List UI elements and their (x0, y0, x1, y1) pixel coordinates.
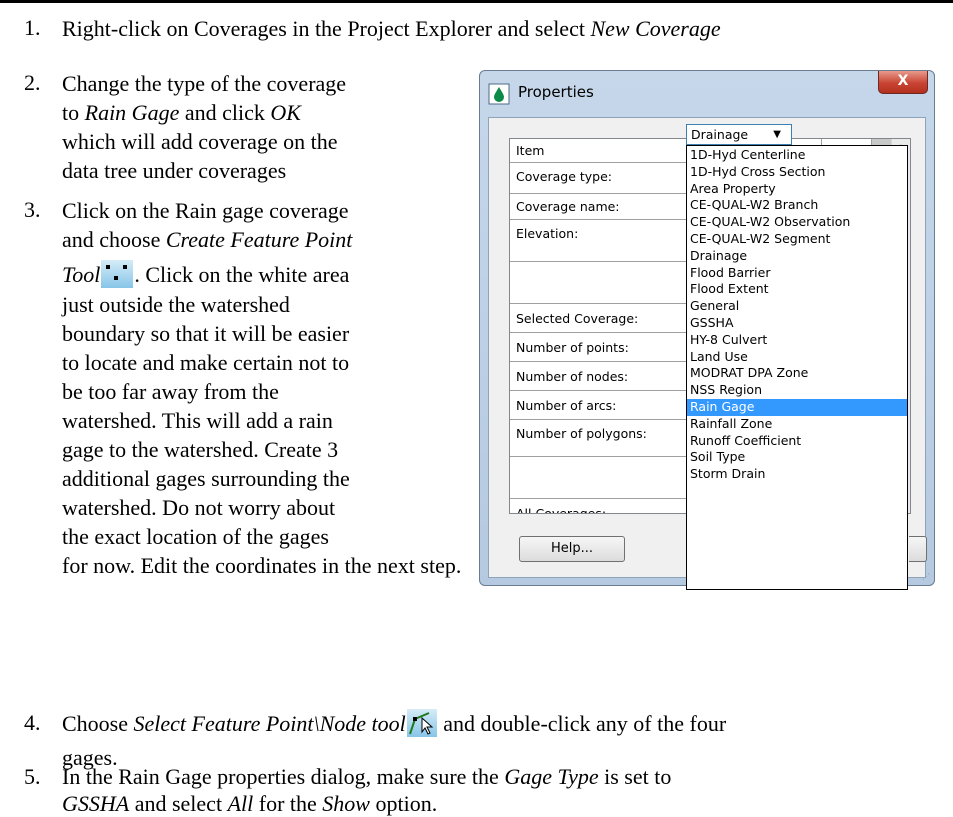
coverage-type-option[interactable]: Land Use (687, 349, 907, 366)
top-rule (0, 0, 953, 3)
grid-row-label: Elevation: (510, 220, 696, 262)
partially-hidden-button[interactable] (909, 536, 927, 562)
coverage-type-option[interactable]: CE-QUAL-W2 Branch (687, 197, 907, 214)
step-3-number: 3. (24, 197, 41, 222)
coverage-type-option[interactable]: CE-QUAL-W2 Observation (687, 214, 907, 231)
step-2-text: Change the type of the coverage to Rain … (62, 71, 347, 183)
coverage-type-option[interactable]: NSS Region (687, 382, 907, 399)
step-3-text: Click on the Rain gage coverage and choo… (62, 198, 462, 578)
coverage-type-option[interactable]: 1D-Hyd Cross Section (687, 164, 907, 181)
step-1-number: 1. (24, 15, 41, 40)
step-4-number: 4. (24, 710, 41, 735)
coverage-type-option[interactable]: CE-QUAL-W2 Segment (687, 231, 907, 248)
select-feature-point-node-tool-icon (406, 709, 437, 744)
grid-row-label (510, 457, 696, 499)
coverage-type-option[interactable]: Rain Gage (687, 398, 907, 416)
coverage-type-value: Drainage (691, 127, 749, 142)
coverage-type-option[interactable]: Area Property (687, 181, 907, 198)
coverage-type-option[interactable]: HY-8 Culvert (687, 332, 907, 349)
coverage-type-option[interactable]: Flood Extent (687, 281, 907, 298)
coverage-type-dropdown[interactable]: Drainage ▼ (686, 124, 792, 145)
grid-row-label: Selected Coverage: (510, 304, 696, 333)
header-item: Item (510, 139, 696, 163)
dialog-title: Properties (518, 83, 594, 101)
grid-row-label: Number of arcs: (510, 391, 696, 420)
coverage-type-option[interactable]: Soil Type (687, 449, 907, 466)
coverage-type-option[interactable]: Rainfall Zone (687, 416, 907, 433)
app-icon (488, 83, 510, 109)
grid-row-label (510, 262, 696, 304)
coverage-type-list[interactable]: 1D-Hyd Centerline 1D-Hyd Cross Section Are… (686, 145, 908, 590)
properties-dialog: Properties X Item Value Units Coverage t… (479, 70, 935, 590)
step-5-text: In the Rain Gage properties dialog, make… (62, 764, 672, 816)
coverage-type-option[interactable]: Runoff Coefficient (687, 433, 907, 450)
dialog-title-bar: Properties (488, 83, 594, 109)
help-button[interactable]: Help... (519, 536, 625, 562)
coverage-type-option[interactable]: 1D-Hyd Centerline (687, 147, 907, 164)
chevron-down-icon[interactable]: ▼ (773, 125, 781, 144)
step-5-number: 5. (24, 764, 41, 789)
coverage-type-option[interactable]: General (687, 298, 907, 315)
grid-row-label: Coverage type: (510, 163, 696, 194)
coverage-type-option[interactable]: Flood Barrier (687, 265, 907, 282)
coverage-type-option[interactable]: Drainage (687, 248, 907, 265)
step-2-number: 2. (24, 70, 41, 95)
close-button[interactable]: X (878, 71, 928, 94)
grid-row-label: Number of points: (510, 333, 696, 362)
step-1-text: Right-click on Coverages in the Project … (62, 16, 721, 41)
coverage-type-option[interactable]: MODRAT DPA Zone (687, 365, 907, 382)
resize-grip-icon[interactable]: ⋰ (922, 572, 930, 581)
coverage-type-option[interactable]: Storm Drain (687, 466, 907, 483)
grid-row-label: Coverage name: (510, 194, 696, 220)
coverage-type-option[interactable]: GSSHA (687, 315, 907, 332)
grid-row-label: Number of nodes: (510, 362, 696, 391)
grid-row-label: All Coverages: (510, 499, 696, 513)
grid-row-label: Number of polygons: (510, 420, 696, 457)
